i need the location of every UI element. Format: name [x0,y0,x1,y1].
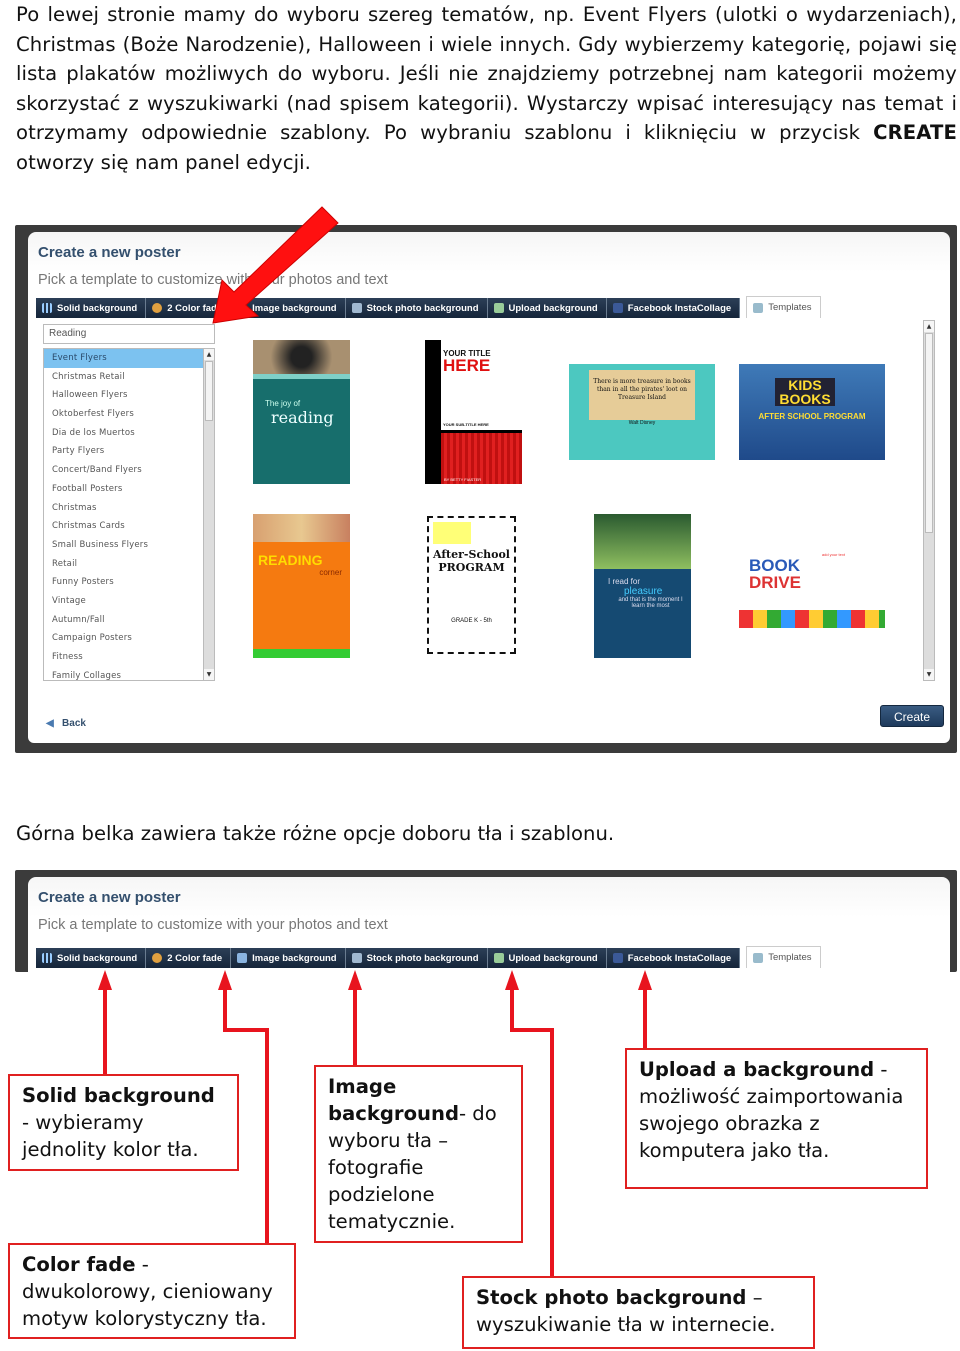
arrowhead-icon [638,970,652,990]
arrowhead-icon [348,970,362,990]
arrowhead-icon [505,970,519,990]
callout-image-background: Image background- do wyboru tła – fotogr… [314,1065,523,1243]
callout-stock-photo-background: Stock photo background – wyszukiwanie tł… [462,1276,815,1349]
arrowhead-icon [98,970,112,990]
callout-solid-background: Solid background - wybieramy jednolity k… [8,1074,239,1171]
callout-upload-background: Upload a background - możliwość zaimport… [625,1048,928,1189]
arrowhead-icon [218,970,232,990]
red-pointer-arrow-icon [212,206,339,324]
callout-color-fade: Color fade - dwukolorowy, cieniowany mot… [8,1243,296,1339]
